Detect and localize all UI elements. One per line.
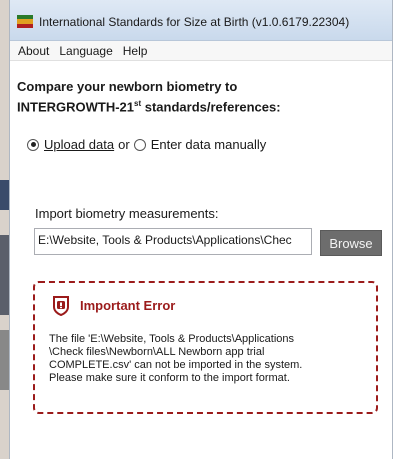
page-heading: Compare your newborn biometry to INTERGR…: [17, 78, 387, 115]
import-label: Import biometry measurements:: [35, 206, 219, 221]
window-title: International Standards for Size at Birt…: [39, 15, 350, 29]
browse-button[interactable]: Browse: [320, 230, 382, 256]
shield-alert-icon: [53, 296, 69, 316]
menu-item-about[interactable]: About: [14, 44, 53, 58]
error-message-line: The file 'E:\Website, Tools & Products\A…: [49, 333, 295, 345]
title-bar[interactable]: International Standards for Size at Birt…: [10, 0, 392, 41]
error-title: Important Error: [80, 298, 176, 313]
menu-item-language[interactable]: Language: [55, 44, 116, 58]
error-message: The file 'E:\Website, Tools & Products\A…: [49, 333, 369, 385]
heading-line-1: Compare your newborn biometry to: [17, 79, 238, 94]
mode-separator: or: [118, 137, 130, 152]
heading-line-2: INTERGROWTH-21st standards/references:: [17, 99, 281, 115]
input-mode-selector: Upload data or Enter data manually: [27, 137, 270, 152]
error-panel: Important Error The file 'E:\Website, To…: [33, 281, 378, 414]
error-header: Important Error: [52, 295, 175, 316]
enter-manually-radio[interactable]: [133, 138, 146, 151]
error-message-line: COMPLETE.csv' can not be imported in the…: [49, 359, 303, 371]
file-path-input[interactable]: E:\Website, Tools & Products\Application…: [34, 228, 312, 255]
upload-data-label[interactable]: Upload data: [44, 137, 114, 152]
app-logo-icon: [17, 15, 33, 28]
menu-bar: About Language Help: [10, 41, 392, 61]
error-message-line: \Check files\Newborn\ALL Newborn app tri…: [49, 346, 265, 358]
menu-item-help[interactable]: Help: [119, 44, 152, 58]
error-message-line: Please make sure it conform to the impor…: [49, 372, 290, 384]
upload-data-radio[interactable]: [27, 138, 39, 151]
enter-manually-label[interactable]: Enter data manually: [151, 137, 267, 152]
